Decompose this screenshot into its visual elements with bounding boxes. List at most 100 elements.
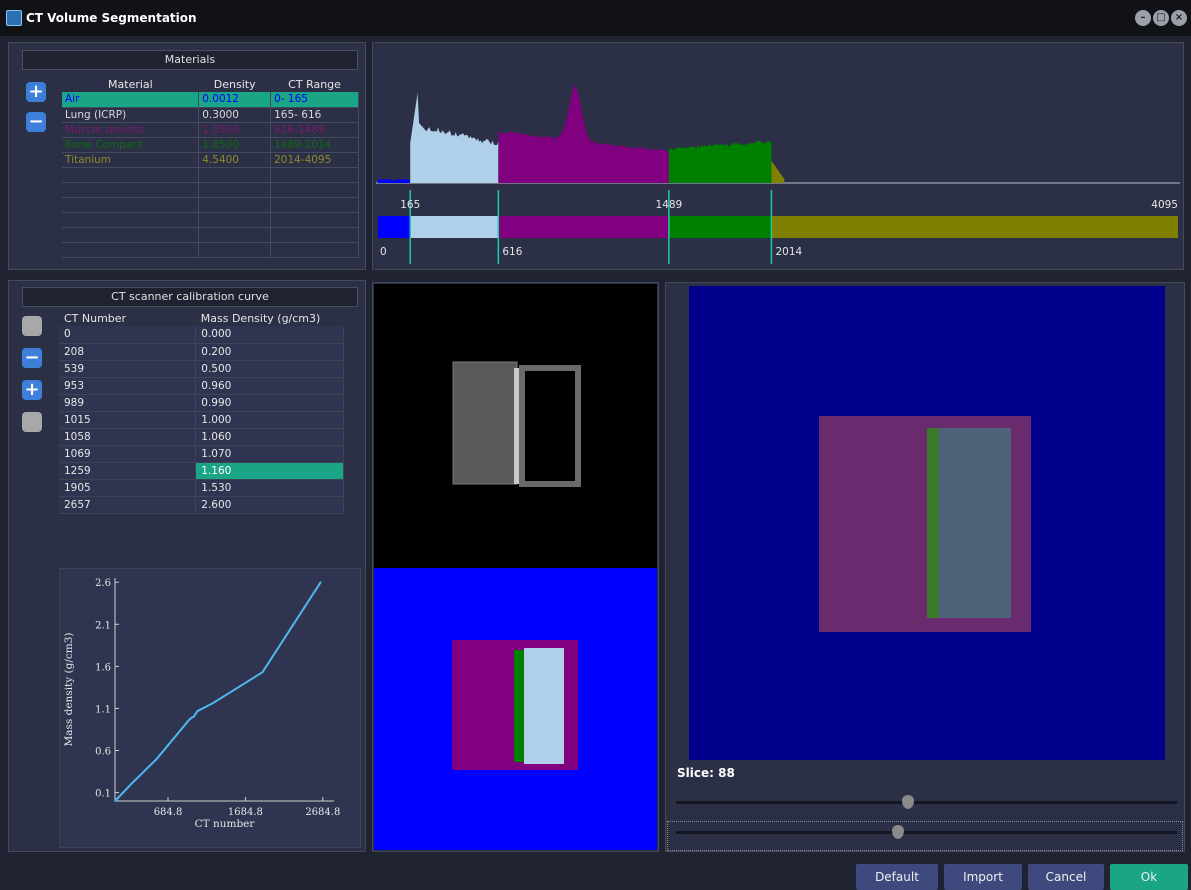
empty-cell (271, 212, 359, 227)
range-col-header: CT Range (271, 76, 359, 92)
segment-bar-titanium (771, 216, 1178, 238)
empty-cell (199, 212, 271, 227)
mass-density-cell: 0.500 (196, 360, 344, 377)
calibration-point (114, 800, 116, 802)
material-empty-row (62, 227, 359, 242)
calibration-header: CT scanner calibration curve (22, 287, 358, 307)
material-range-cell: 0- 165 (271, 92, 359, 107)
calibration-row[interactable]: 989 0.990 (59, 394, 344, 411)
segment-bar-air (378, 216, 410, 238)
minimize-icon[interactable]: – (1135, 10, 1151, 26)
y-tick-label: 1.1 (95, 704, 111, 715)
empty-cell (199, 242, 271, 257)
slice-slider-track[interactable] (676, 801, 1177, 804)
segmented-view[interactable] (374, 568, 657, 850)
material-name-cell: Titanium (62, 152, 199, 167)
x-axis-label: CT number (195, 818, 256, 830)
material-empty-row (62, 197, 359, 212)
calibration-row[interactable]: 1015 1.000 (59, 411, 344, 428)
close-icon[interactable]: × (1171, 10, 1187, 26)
empty-cell (271, 227, 359, 242)
app-icon (6, 10, 22, 26)
y-tick-label: 2.6 (95, 578, 111, 589)
y-tick-label: 1.6 (95, 662, 111, 673)
empty-cell (62, 197, 199, 212)
opacity-slider-track[interactable] (676, 831, 1177, 834)
calibration-row[interactable]: 953 0.960 (59, 377, 344, 394)
calibration-row[interactable]: 2657 2.600 (59, 496, 344, 513)
y-axis-label: Mass density (g/cm3) (63, 632, 75, 746)
empty-cell (199, 197, 271, 212)
calibration-row[interactable]: 1259 1.160 (59, 462, 344, 479)
material-row[interactable]: Lung (ICRP) 0.3000 165- 616 (62, 107, 359, 122)
y-tick-label: 2.1 (95, 620, 111, 631)
ct-number-cell: 0 (59, 326, 196, 343)
empty-cell (62, 167, 199, 182)
calibration-row[interactable]: 1069 1.070 (59, 445, 344, 462)
calibration-row[interactable]: 1058 1.060 (59, 428, 344, 445)
material-density-cell: 1.0500 (199, 122, 271, 137)
material-row[interactable]: Air 0.0012 0- 165 (62, 92, 359, 107)
opacity-slider-frame (667, 821, 1183, 851)
import-button[interactable]: Import (944, 864, 1022, 890)
empty-cell (62, 227, 199, 242)
material-row[interactable]: Muscle skeletal 1.0500 616-1489 (62, 122, 359, 137)
materials-table: Material Density CT Range Air 0.0012 0- 16… (62, 76, 359, 258)
material-row[interactable]: Bone Compact 1.8500 1489-2014 (62, 137, 359, 152)
mass-density-cell: 1.070 (196, 445, 344, 462)
calibration-row[interactable]: 539 0.500 (59, 360, 344, 377)
remove-material-button[interactable]: − (26, 112, 46, 132)
lung-region (524, 648, 564, 764)
histogram-chart[interactable]: 165 1489 4095 0 616 2014 (374, 44, 1182, 268)
calibration-row[interactable]: 208 0.200 (59, 343, 344, 360)
empty-cell (271, 167, 359, 182)
mass-density-cell: 1.000 (196, 411, 344, 428)
histogram-top-label: 165 (400, 199, 420, 211)
density-col-header: Density (199, 76, 271, 92)
material-name-cell: Bone Compact (62, 137, 199, 152)
move-down-button[interactable] (22, 412, 42, 432)
calibration-row[interactable]: 1905 1.530 (59, 479, 344, 496)
ct-number-cell: 208 (59, 343, 196, 360)
calibration-row[interactable]: 0 0.000 (59, 326, 344, 343)
segment-bar-lung (410, 216, 498, 238)
ct-number-cell: 1058 (59, 428, 196, 445)
histogram-muscle (498, 84, 669, 183)
histogram-titanium (771, 161, 784, 183)
volume-view[interactable] (689, 286, 1165, 760)
segment-bar-muscle (498, 216, 669, 238)
ct-number-cell: 989 (59, 394, 196, 411)
x-tick-label: 2684.8 (305, 807, 340, 818)
calibration-curve-line (115, 582, 321, 801)
y-tick-label: 0.6 (95, 747, 111, 758)
ct-number-cell: 1259 (59, 462, 196, 479)
axial-view[interactable] (374, 284, 657, 568)
empty-cell (199, 167, 271, 182)
ct-number-cell: 1015 (59, 411, 196, 428)
ok-button[interactable]: Ok (1110, 864, 1188, 890)
calibration-point (262, 671, 264, 673)
calibration-table: CT Number Mass Density (g/cm3) 0 0.000 208… (59, 310, 344, 514)
material-name-cell: Air (62, 92, 199, 107)
calibration-point (130, 783, 132, 785)
default-button[interactable]: Default (856, 864, 938, 890)
material-empty-row (62, 182, 359, 197)
mass-density-cell: 0.200 (196, 343, 344, 360)
material-empty-row (62, 167, 359, 182)
slice-label: Slice: 88 (677, 766, 735, 780)
ct-number-cell: 1905 (59, 479, 196, 496)
add-material-button[interactable]: + (26, 82, 46, 102)
move-up-button[interactable] (22, 316, 42, 336)
volume-bone (927, 428, 939, 618)
empty-cell (199, 227, 271, 242)
empty-cell (271, 242, 359, 257)
add-point-button[interactable]: + (22, 380, 42, 400)
remove-point-button[interactable]: − (22, 348, 42, 368)
calibration-point (193, 716, 195, 718)
cancel-button[interactable]: Cancel (1028, 864, 1104, 890)
histogram-bone (669, 140, 772, 183)
histogram-top-label: 1489 (656, 199, 683, 211)
mass-density-cell: 0.960 (196, 377, 344, 394)
material-row[interactable]: Titanium 4.5400 2014-4095 (62, 152, 359, 167)
maximize-icon[interactable]: □ (1153, 10, 1169, 26)
